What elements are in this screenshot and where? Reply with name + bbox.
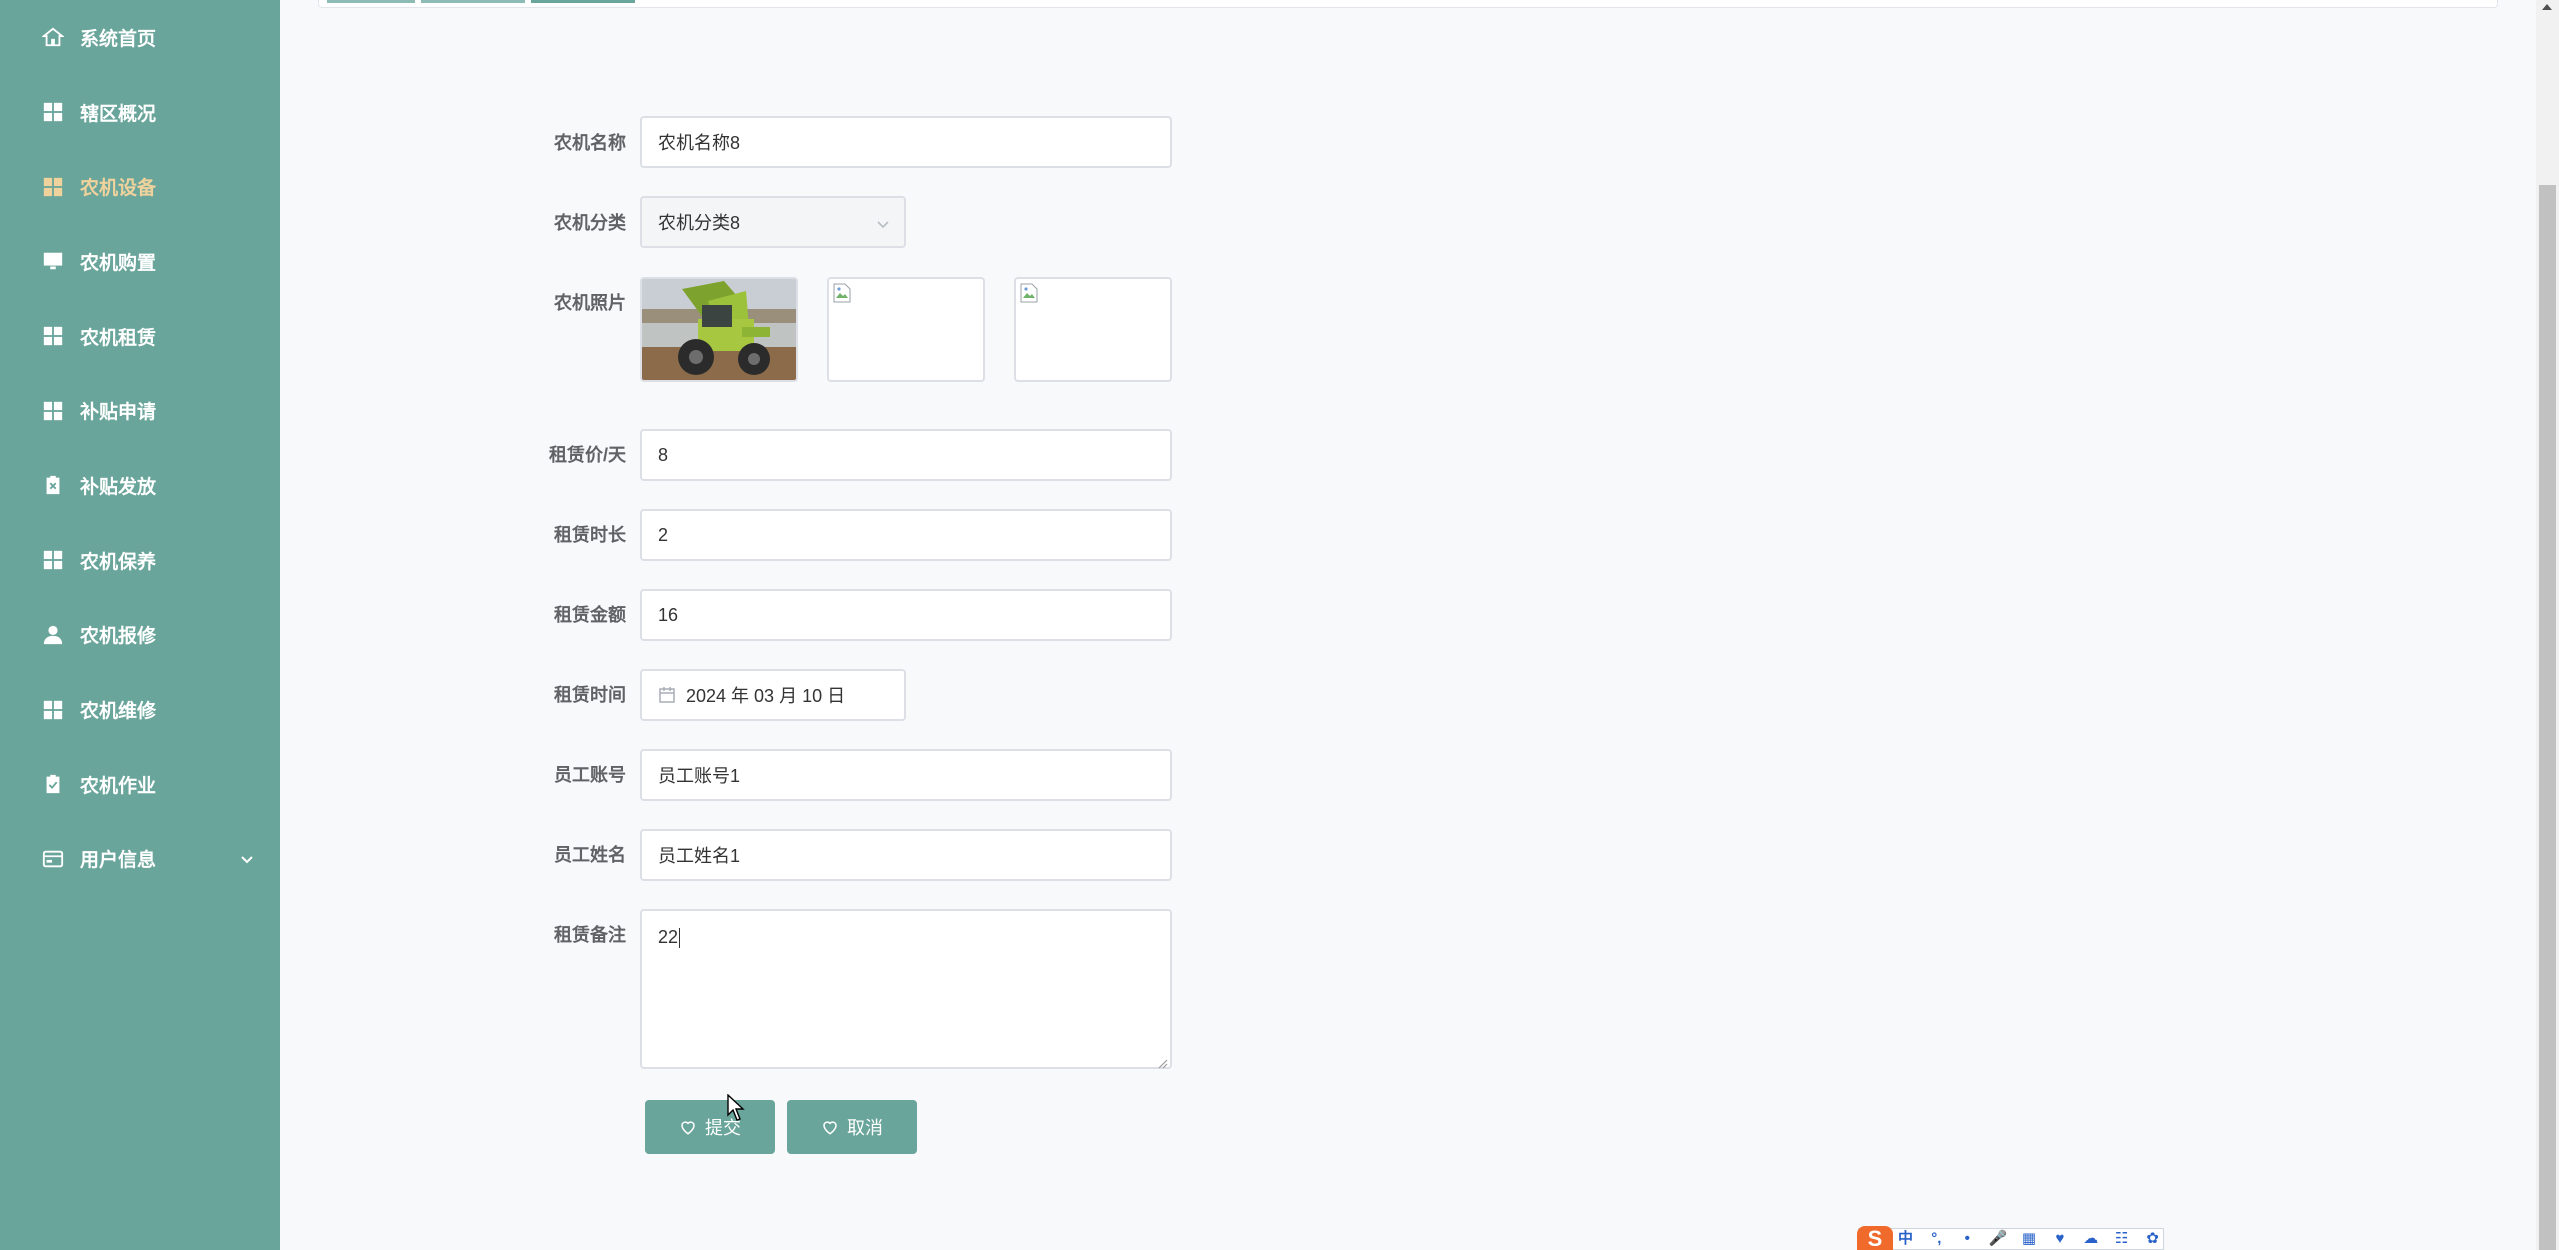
grid-icon (42, 325, 64, 347)
sidebar-item-subsidy-distribution[interactable]: 补贴发放 (0, 448, 280, 523)
calendar-icon (658, 686, 676, 704)
grid-icon (42, 699, 64, 721)
resize-handle-icon[interactable] (1156, 1053, 1168, 1069)
sidebar-item-machine-repair[interactable]: 农机维修 (0, 672, 280, 747)
rent-date-value: 2024 年 03 月 10 日 (686, 686, 846, 706)
grid-icon (42, 549, 64, 571)
scroll-up-arrow-icon[interactable] (2542, 4, 2552, 10)
sidebar-item-machine-repair-report[interactable]: 农机报修 (0, 598, 280, 673)
sidebar-item-label: 农机购置 (80, 252, 157, 274)
rent-notes-value: 22 (658, 927, 679, 947)
broken-image-icon (833, 283, 851, 303)
sidebar-item-district-overview[interactable]: 辖区概况 (0, 75, 280, 150)
rent-duration-label: 租赁时长 (554, 525, 626, 545)
ime-toolbar: S 中 °, • 🎤 ▦ ♥ ☁ ☷ ✿ (1857, 1226, 2164, 1250)
rent-amount-input[interactable]: 16 (640, 589, 1172, 641)
sidebar-item-label: 补贴发放 (80, 476, 157, 498)
sidebar-item-label: 农机维修 (80, 701, 157, 723)
sidebar-item-label: 农机租赁 (80, 327, 157, 349)
vertical-scrollbar[interactable] (2536, 0, 2559, 1250)
machine-photo-2[interactable] (827, 277, 985, 382)
machine-category-value: 农机分类8 (658, 213, 741, 233)
machine-photo-label: 农机照片 (554, 293, 626, 313)
ime-settings-icon[interactable]: ✿ (2142, 1229, 2163, 1249)
sidebar: 系统首页 辖区概况 农机设备 农机购置 农机租赁 补贴申请 补贴发放 农机保养 (0, 0, 280, 1250)
sidebar-item-machine-purchase[interactable]: 农机购置 (0, 224, 280, 299)
ime-chinese-mode[interactable]: 中 (1895, 1229, 1916, 1249)
mouse-cursor-icon (727, 1094, 745, 1121)
home-icon (42, 26, 64, 48)
clipboard-x-icon (42, 474, 64, 496)
monitor-icon (42, 250, 64, 272)
staff-name-input[interactable]: 员工姓名1 (640, 829, 1172, 881)
tab[interactable] (327, 0, 415, 3)
rent-notes-textarea[interactable]: 22 (640, 909, 1172, 1069)
rent-duration-input[interactable]: 2 (640, 509, 1172, 561)
ime-microphone-icon[interactable]: 🎤 (1988, 1229, 2009, 1249)
machine-name-label: 农机名称 (554, 133, 626, 153)
clipboard-check-icon (42, 773, 64, 795)
grid-icon (42, 400, 64, 422)
rent-date-picker[interactable]: 2024 年 03 月 10 日 (640, 669, 906, 721)
tab-active[interactable] (531, 0, 635, 3)
rent-price-input[interactable]: 8 (640, 429, 1172, 481)
rent-date-label: 租赁时间 (554, 685, 626, 705)
sidebar-item-machine-rental[interactable]: 农机租赁 (0, 299, 280, 374)
sidebar-item-machine-maintenance[interactable]: 农机保养 (0, 523, 280, 598)
rent-amount-label: 租赁金额 (554, 605, 626, 625)
machine-photo-3[interactable] (1014, 277, 1172, 382)
tab-strip (318, 0, 2498, 8)
sidebar-item-home[interactable]: 系统首页 (0, 0, 280, 75)
ime-skin-icon[interactable]: ♥ (2049, 1229, 2070, 1249)
sidebar-item-label: 辖区概况 (80, 103, 157, 125)
sidebar-item-label: 农机设备 (80, 178, 157, 200)
grid-icon (42, 176, 64, 198)
sidebar-item-user-info[interactable]: 用户信息 (0, 822, 280, 897)
tractor-photo (642, 279, 796, 380)
user-icon (42, 624, 64, 646)
heart-icon (679, 1118, 697, 1136)
sidebar-item-label: 系统首页 (80, 28, 157, 50)
broken-image-icon (1020, 283, 1038, 303)
rent-price-label: 租赁价/天 (548, 445, 626, 465)
chevron-down-icon (240, 851, 254, 865)
tab[interactable] (421, 0, 525, 3)
ime-logo[interactable]: S (1857, 1226, 1893, 1250)
heart-icon (821, 1118, 839, 1136)
sidebar-menu: 系统首页 辖区概况 农机设备 农机购置 农机租赁 补贴申请 补贴发放 农机保养 (0, 0, 280, 896)
submit-button[interactable]: 提交 (645, 1100, 775, 1154)
rent-notes-label: 租赁备注 (554, 925, 626, 945)
machine-photo-1[interactable] (640, 277, 798, 382)
machine-name-input[interactable]: 农机名称8 (640, 116, 1172, 168)
sidebar-item-label: 农机保养 (80, 551, 157, 573)
sidebar-item-label: 农机作业 (80, 775, 157, 797)
ime-punctuation-icon[interactable]: °, (1926, 1229, 1947, 1249)
sidebar-item-label: 用户信息 (80, 850, 157, 872)
sidebar-item-subsidy-application[interactable]: 补贴申请 (0, 373, 280, 448)
sidebar-item-label: 补贴申请 (80, 402, 157, 424)
ime-keyboard-icon[interactable]: ▦ (2019, 1229, 2040, 1249)
cancel-label: 取消 (847, 1118, 883, 1138)
sidebar-item-machine-equipment[interactable]: 农机设备 (0, 149, 280, 224)
card-icon (42, 848, 64, 870)
text-caret (679, 928, 681, 949)
cancel-button[interactable]: 取消 (787, 1100, 917, 1154)
staff-name-label: 员工姓名 (554, 845, 626, 865)
ime-cloud-icon[interactable]: ☁ (2080, 1229, 2101, 1249)
grid-icon (42, 101, 64, 123)
staff-account-label: 员工账号 (554, 765, 626, 785)
machine-category-label: 农机分类 (554, 213, 626, 233)
machine-category-select[interactable]: 农机分类8 (640, 196, 906, 248)
sidebar-item-machine-operation[interactable]: 农机作业 (0, 747, 280, 822)
ime-grid-icon[interactable]: ☷ (2111, 1229, 2132, 1249)
ime-dot-icon[interactable]: • (1957, 1229, 1978, 1249)
staff-account-input[interactable]: 员工账号1 (640, 749, 1172, 801)
chevron-down-icon (876, 215, 890, 229)
sidebar-item-label: 农机报修 (80, 626, 157, 648)
scrollbar-thumb[interactable] (2539, 185, 2556, 1250)
